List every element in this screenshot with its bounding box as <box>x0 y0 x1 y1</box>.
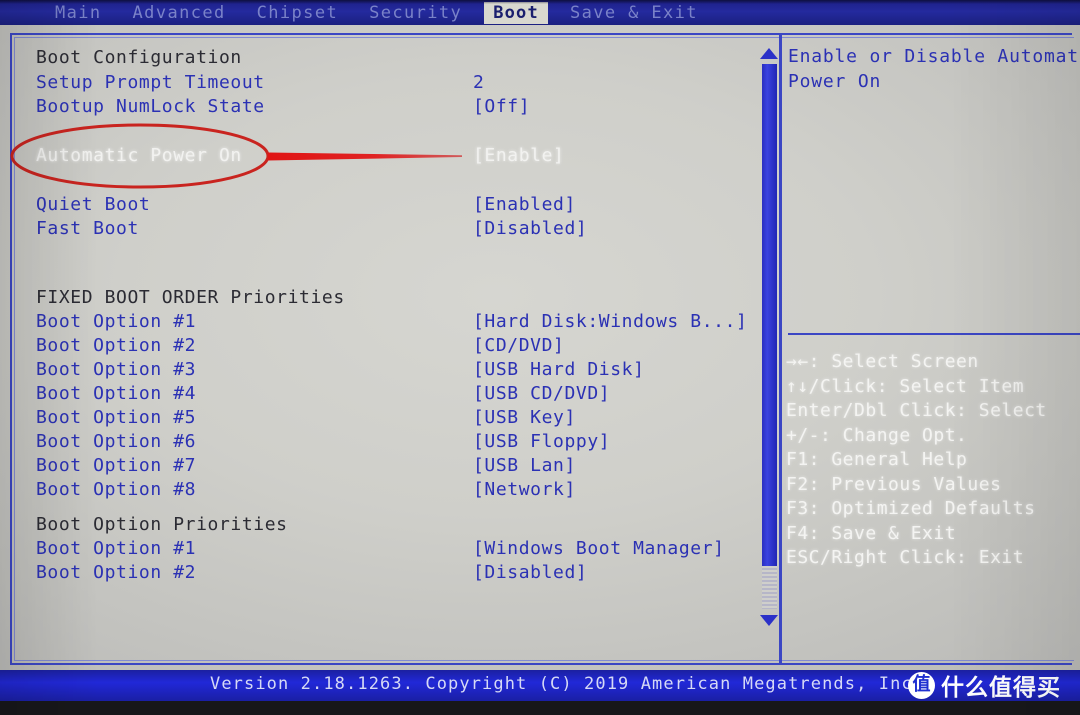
setting-row-boot-option-2-17[interactable]: Boot Option #2 [Disabled] <box>14 561 744 585</box>
key-legend-line: Enter/Dbl Click: Select <box>786 400 1047 421</box>
bios-setup-screen: Main Advanced Chipset Security Boot Save & Ex… <box>0 0 1080 715</box>
setting-label: Boot Option #5 <box>36 407 197 428</box>
setting-value[interactable]: [USB Hard Disk] <box>473 358 645 382</box>
setting-label: Boot Option #6 <box>36 431 197 452</box>
help-text-line: Power On <box>788 71 882 92</box>
help-panel: Enable or Disable Automatic Power On <box>788 44 1080 94</box>
setting-value[interactable]: [Off] <box>473 95 530 119</box>
setting-value[interactable]: [Disabled] <box>473 217 587 241</box>
setting-label: Setup Prompt Timeout <box>36 72 265 93</box>
setting-label: Boot Option #3 <box>36 359 197 380</box>
setting-row-setup-prompt-timeout-1[interactable]: Setup Prompt Timeout 2 <box>14 71 744 95</box>
scrollbar-track[interactable] <box>762 64 777 609</box>
key-legend-line: F3: Optimized Defaults <box>786 498 1036 519</box>
section-heading-label: Boot Option Priorities <box>36 514 288 535</box>
pane-divider <box>779 35 782 665</box>
help-text-line: Enable or Disable Automatic <box>788 46 1080 67</box>
settings-list: Boot Configuration Setup Prompt Timeout 2 B… <box>14 38 747 658</box>
setting-label: Boot Option #1 <box>36 311 197 332</box>
watermark: 值 什么值得买 <box>908 668 1061 702</box>
key-legend-line: ESC/Right Click: Exit <box>786 547 1025 568</box>
setting-row-boot-option-1-16[interactable]: Boot Option #1 [Windows Boot Manager] <box>14 537 744 561</box>
key-legend-line: F4: Save & Exit <box>786 522 957 544</box>
setting-row-automatic-power-on-3[interactable]: Automatic Power On [Enable] <box>14 144 744 168</box>
setting-value[interactable]: [Hard Disk:Windows B...] <box>473 310 748 334</box>
key-legend-line: F1: General Help <box>786 449 968 470</box>
setting-row-boot-option-7-13[interactable]: Boot Option #7 [USB Lan] <box>14 454 744 478</box>
setting-value[interactable]: 2 <box>473 71 484 95</box>
section-heading-label: FIXED BOOT ORDER Priorities <box>36 287 345 308</box>
setting-value[interactable]: [USB Lan] <box>473 454 576 478</box>
setting-label: Boot Option #8 <box>36 479 197 500</box>
setting-label: Boot Option #7 <box>36 455 197 476</box>
menu-tab-main[interactable]: Main <box>46 2 111 24</box>
setting-value[interactable]: [Windows Boot Manager] <box>473 537 725 561</box>
key-legend-line: F2: Previous Values <box>786 473 1002 495</box>
key-legend-line: +/-: Change Opt. <box>786 424 968 446</box>
section-heading-boot-option-priorities: Boot Option Priorities <box>14 513 744 537</box>
setting-label: Fast Boot <box>36 218 139 239</box>
menu-tab-advanced[interactable]: Advanced <box>124 2 235 24</box>
setting-label: Boot Option #4 <box>36 383 197 404</box>
setting-label: Quiet Boot <box>36 194 151 215</box>
bezel-strip <box>0 701 1080 715</box>
setting-label: Boot Option #2 <box>36 562 197 583</box>
setting-value[interactable]: [Enabled] <box>473 193 576 217</box>
setting-label: Boot Option #2 <box>36 335 197 356</box>
setting-value[interactable]: [Disabled] <box>473 561 587 585</box>
setting-row-quiet-boot-4[interactable]: Quiet Boot [Enabled] <box>14 193 744 217</box>
section-heading-label: Boot Configuration <box>36 47 242 68</box>
help-separator <box>788 333 1080 335</box>
setting-value[interactable]: [Enable] <box>473 144 565 168</box>
section-heading-fixed-boot-order-priorities: FIXED BOOT ORDER Priorities <box>14 286 744 310</box>
menu-tab-save-exit[interactable]: Save & Exit <box>561 2 707 24</box>
setting-row-fast-boot-5[interactable]: Fast Boot [Disabled] <box>14 217 744 241</box>
top-menu-bar: Main Advanced Chipset Security Boot Save & Ex… <box>0 0 1080 25</box>
setting-value[interactable]: [CD/DVD] <box>473 334 565 358</box>
smzdm-logo-icon: 值 <box>908 671 935 699</box>
setting-row-boot-option-5-11[interactable]: Boot Option #5 [USB Key] <box>14 406 744 430</box>
setting-row-boot-option-8-14[interactable]: Boot Option #8 [Network] <box>14 478 744 502</box>
menu-tab-chipset[interactable]: Chipset <box>248 2 347 24</box>
setting-row-bootup-numlock-state-2[interactable]: Bootup NumLock State [Off] <box>14 95 744 119</box>
setting-label: Bootup NumLock State <box>36 96 265 117</box>
version-copyright-text: Version 2.18.1263. Copyright (C) 2019 Am… <box>210 674 925 694</box>
watermark-text: 什么值得买 <box>941 675 1061 701</box>
setting-row-boot-option-6-12[interactable]: Boot Option #6 [USB Floppy] <box>14 430 744 454</box>
scrollbar-remainder[interactable] <box>762 566 777 609</box>
setting-row-boot-option-2-8[interactable]: Boot Option #2 [CD/DVD] <box>14 334 744 358</box>
scrollbar-thumb[interactable] <box>762 64 777 566</box>
scroll-down-arrow-icon[interactable] <box>760 615 778 626</box>
menubar-shadow <box>0 0 1080 4</box>
key-legend-line: →←: Select Screen <box>786 351 979 372</box>
section-heading-boot-configuration: Boot Configuration <box>14 46 744 70</box>
setting-value[interactable]: [USB Floppy] <box>473 430 610 454</box>
setting-row-boot-option-3-9[interactable]: Boot Option #3 [USB Hard Disk] <box>14 358 744 382</box>
setting-value[interactable]: [Network] <box>473 478 576 502</box>
setting-row-boot-option-1-7[interactable]: Boot Option #1 [Hard Disk:Windows B...] <box>14 310 747 334</box>
setting-row-boot-option-4-10[interactable]: Boot Option #4 [USB CD/DVD] <box>14 382 744 406</box>
scroll-up-arrow-icon[interactable] <box>760 48 778 59</box>
setting-value[interactable]: [USB CD/DVD] <box>473 382 610 406</box>
menu-tab-boot[interactable]: Boot <box>484 1 548 24</box>
key-legend-panel: →←: Select Screen ↑↓/Click: Select Item En… <box>786 350 1080 571</box>
settings-scrollbar[interactable] <box>757 46 781 626</box>
setting-label: Boot Option #1 <box>36 538 197 559</box>
key-legend-line: ↑↓/Click: Select Item <box>786 375 1025 397</box>
menu-tab-security[interactable]: Security <box>360 2 471 24</box>
setting-value[interactable]: [USB Key] <box>473 406 576 430</box>
setting-label: Automatic Power On <box>36 145 242 166</box>
